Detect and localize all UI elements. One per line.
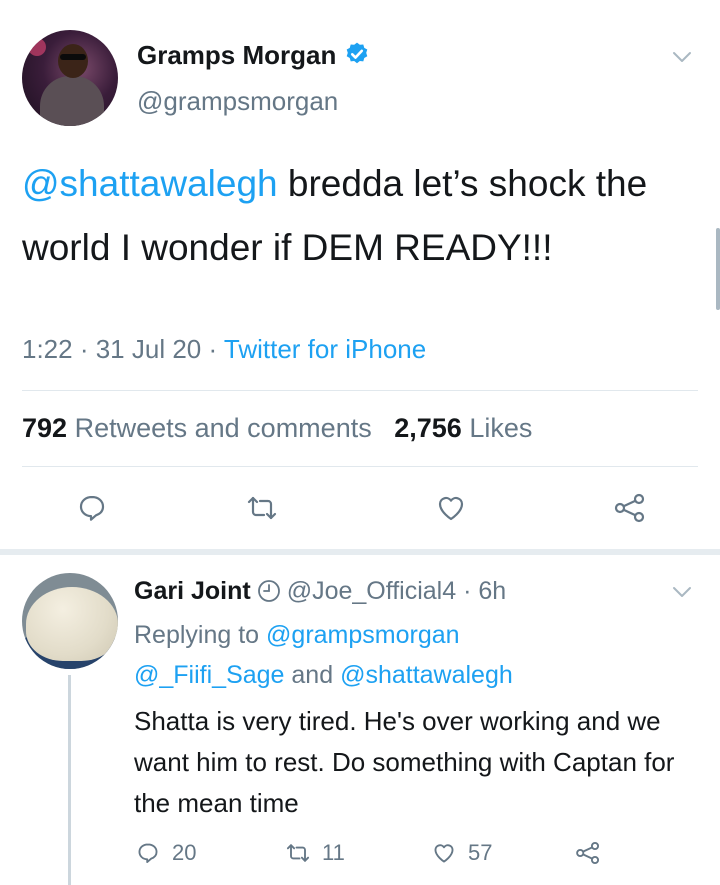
tweet-meta: 1:22 · 31 Jul 20 · Twitter for iPhone <box>22 334 427 364</box>
thread-line <box>68 675 71 885</box>
tweet-stats: 792 Retweets and comments 2,756 Likes <box>22 413 532 444</box>
replying-mention[interactable]: @_Fiifi_Sage <box>134 661 284 689</box>
reply-author-name[interactable]: Gari Joint <box>134 577 251 605</box>
reply-icon[interactable] <box>74 490 110 526</box>
reply-button[interactable]: 20 <box>134 837 196 869</box>
tweet-text: @shattawalegh bredda let’s shock the wor… <box>22 152 692 280</box>
verified-badge-icon <box>347 42 368 64</box>
retweets-stat[interactable]: 792 Retweets and comments <box>22 413 372 443</box>
tweet-actions <box>0 490 720 534</box>
likes-stat[interactable]: 2,756 Likes <box>394 413 532 443</box>
like-button[interactable]: 57 <box>430 837 492 869</box>
divider <box>22 466 698 467</box>
retweet-button[interactable]: 11 <box>284 837 345 869</box>
reply-time[interactable]: 6h <box>478 577 506 605</box>
author-name[interactable]: Gramps Morgan <box>137 40 370 71</box>
replying-mention[interactable]: @shattawalegh <box>340 661 513 689</box>
reply-icon <box>138 843 158 864</box>
heart-icon <box>434 844 454 863</box>
retweet-icon <box>286 844 310 862</box>
reply-header: Gari Joint @Joe_Official4 · 6h <box>134 577 507 605</box>
divider <box>22 390 698 391</box>
replying-mention[interactable]: @grampsmorgan <box>266 621 460 649</box>
replying-to: Replying to @grampsmorgan @_Fiifi_Sage a… <box>134 621 513 689</box>
reply-tweet[interactable]: Gari Joint @Joe_Official4 · 6h Replying t… <box>0 555 720 885</box>
share-icon <box>576 841 600 865</box>
reply-handle[interactable]: @Joe_Official4 <box>287 577 456 605</box>
author-handle[interactable]: @grampsmorgan <box>137 86 338 117</box>
clock-icon <box>257 580 280 602</box>
avatar[interactable] <box>22 573 118 669</box>
heart-icon[interactable] <box>433 490 469 526</box>
tweet-source[interactable]: Twitter for iPhone <box>224 334 426 364</box>
avatar[interactable] <box>22 30 118 126</box>
reply-count: 20 <box>172 840 197 865</box>
tweet-date[interactable]: 31 Jul 20 <box>96 334 202 364</box>
share-icon[interactable] <box>612 490 648 526</box>
tweet-time[interactable]: 1:22 <box>22 334 73 364</box>
chevron-down-icon[interactable] <box>672 50 692 64</box>
reply-actions: 20 11 57 <box>134 837 694 869</box>
tweet-mention[interactable]: @shattawalegh <box>22 163 278 204</box>
retweet-count: 11 <box>322 840 345 865</box>
share-button[interactable] <box>574 837 612 869</box>
author-name-text[interactable]: Gramps Morgan <box>137 40 336 70</box>
reply-text: Shatta is very tired. He's over working … <box>134 706 675 818</box>
like-count: 57 <box>468 840 493 865</box>
chevron-down-icon[interactable] <box>672 585 692 599</box>
main-tweet: Gramps Morgan @grampsmorgan @shattawaleg… <box>0 0 720 550</box>
retweet-icon[interactable] <box>244 490 280 526</box>
